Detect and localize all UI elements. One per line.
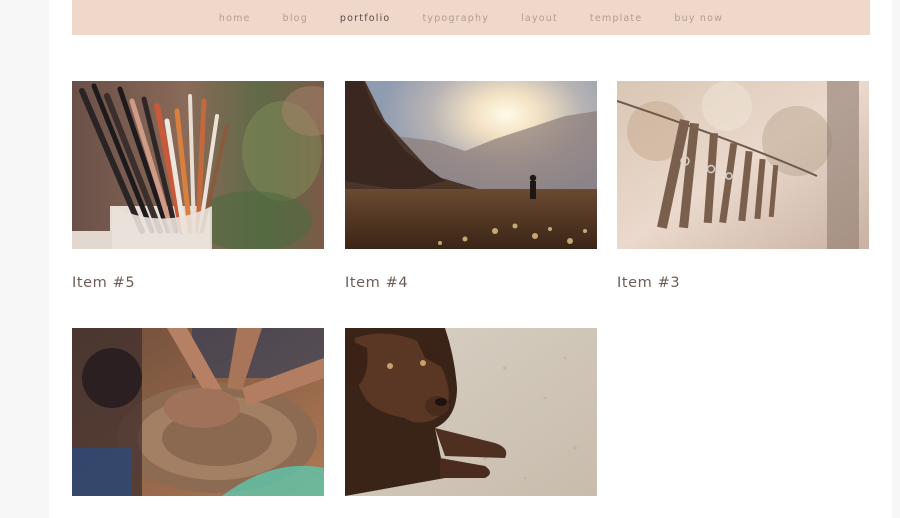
brown-labrador-image — [345, 328, 597, 496]
page-container: home blog portfolio typography layout te… — [49, 0, 892, 518]
portfolio-item-title[interactable]: Item #4 — [345, 275, 408, 291]
brown-labrador-photo[interactable] — [345, 328, 597, 496]
nav-item-buy-now[interactable]: buy now — [674, 12, 723, 24]
portfolio-item-title[interactable]: Item #5 — [72, 275, 135, 291]
mountain-hiker-image — [345, 81, 597, 249]
pottery-wheel-photo[interactable] — [72, 328, 324, 496]
mountain-hiker-photo[interactable] — [345, 81, 597, 249]
paintbrushes-photo[interactable] — [72, 81, 324, 249]
main-navigation: home blog portfolio typography layout te… — [72, 0, 870, 35]
portfolio-item-title[interactable]: Item #3 — [617, 275, 680, 291]
nav-item-home[interactable]: home — [219, 12, 251, 24]
nav-item-blog[interactable]: blog — [283, 12, 308, 24]
paintbrushes-image — [72, 81, 324, 249]
nav-item-template[interactable]: template — [590, 12, 643, 24]
nav-item-layout[interactable]: layout — [521, 12, 558, 24]
clothespins-image — [617, 81, 869, 249]
clothespins-photo[interactable] — [617, 81, 869, 249]
pottery-wheel-image — [72, 328, 324, 496]
nav-item-portfolio[interactable]: portfolio — [340, 12, 391, 24]
nav-item-typography[interactable]: typography — [422, 12, 489, 24]
